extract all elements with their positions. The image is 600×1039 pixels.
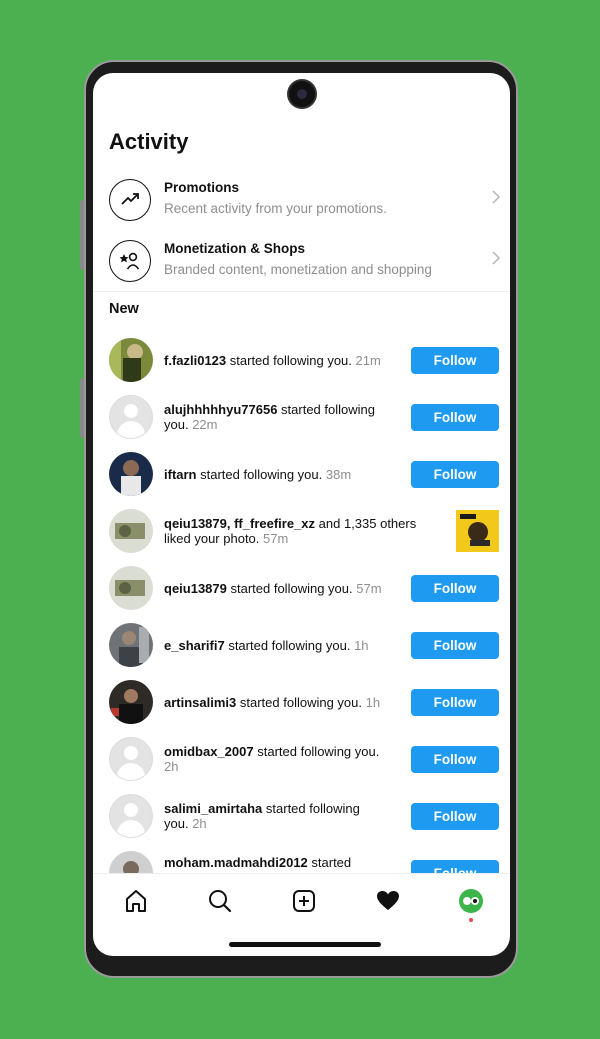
- section-divider: [93, 291, 510, 292]
- star-person-icon: [109, 240, 151, 282]
- avatar[interactable]: [109, 452, 153, 496]
- notification-row[interactable]: omidbax_2007 started following you. 2h F…: [109, 735, 499, 783]
- front-camera: [289, 81, 315, 107]
- page-title: Activity: [109, 129, 189, 154]
- notification-row[interactable]: qeiu13879, ff_freefire_xz and 1,335 othe…: [109, 507, 499, 555]
- username[interactable]: artinsalimi3: [164, 695, 236, 710]
- username[interactable]: f.fazli0123: [164, 353, 226, 368]
- notification-row[interactable]: alujhhhhhyu77656 started following you. …: [109, 393, 499, 441]
- notification-text: started: [307, 855, 352, 870]
- phone-side-button: [80, 378, 84, 438]
- username[interactable]: omidbax_2007: [164, 744, 254, 759]
- bottom-nav: [93, 873, 510, 929]
- username[interactable]: salimi_amirtaha: [164, 801, 262, 816]
- follow-button[interactable]: Follow: [411, 347, 499, 374]
- notification-row[interactable]: e_sharifi7 started following you. 1h Fol…: [109, 621, 499, 669]
- follow-button[interactable]: Follow: [411, 803, 499, 830]
- timestamp: 2h: [164, 759, 179, 774]
- menu-item-subtitle: Recent activity from your promotions.: [164, 201, 387, 216]
- profile-avatar-icon[interactable]: [458, 888, 484, 914]
- username[interactable]: qeiu13879, ff_freefire_xz: [164, 516, 315, 531]
- app-screen: Activity Promotions Recent activity from…: [93, 73, 510, 956]
- chevron-right-icon: [492, 251, 501, 265]
- menu-item-promotions[interactable]: Promotions Recent activity from your pro…: [109, 175, 504, 229]
- timestamp: 38m: [325, 466, 352, 482]
- follow-button[interactable]: Follow: [411, 404, 499, 431]
- notification-row[interactable]: qeiu13879 started following you. 57m Fol…: [109, 564, 499, 612]
- avatar[interactable]: [109, 338, 153, 382]
- menu-item-monetization[interactable]: Monetization & Shops Branded content, mo…: [109, 236, 504, 290]
- follow-button[interactable]: Follow: [411, 632, 499, 659]
- menu-item-title: Promotions: [164, 180, 240, 195]
- notification-text: started following you.: [196, 466, 323, 482]
- avatar[interactable]: [109, 623, 153, 667]
- timestamp: 2h: [192, 816, 207, 831]
- home-indicator: [229, 942, 381, 947]
- avatar[interactable]: [109, 737, 153, 781]
- chevron-right-icon: [492, 190, 501, 204]
- menu-item-title: Monetization & Shops: [164, 241, 305, 256]
- username[interactable]: moham.madmahdi2012: [164, 855, 308, 870]
- notification-text: started following you.: [253, 744, 380, 759]
- avatar[interactable]: [109, 566, 153, 610]
- timestamp: 22m: [192, 417, 218, 432]
- home-icon[interactable]: [123, 888, 149, 914]
- timestamp: 21m: [355, 352, 381, 368]
- notification-dot: [469, 918, 473, 922]
- timestamp: 57m: [356, 580, 382, 596]
- notification-text: started following you.: [226, 580, 353, 596]
- username[interactable]: e_sharifi7: [164, 638, 225, 653]
- section-heading-new: New: [109, 301, 139, 317]
- timestamp: 57m: [263, 531, 289, 546]
- notification-text: started following you.: [226, 352, 352, 368]
- search-icon[interactable]: [207, 888, 233, 914]
- username[interactable]: iftarn: [164, 467, 197, 482]
- avatar[interactable]: [109, 794, 153, 838]
- follow-button[interactable]: Follow: [411, 575, 499, 602]
- follow-button[interactable]: Follow: [411, 746, 499, 773]
- notification-row[interactable]: artinsalimi3 started following you. 1h F…: [109, 678, 499, 726]
- new-post-icon[interactable]: [291, 888, 317, 914]
- avatar[interactable]: [109, 509, 153, 553]
- post-thumbnail[interactable]: [456, 510, 499, 552]
- avatar[interactable]: [109, 680, 153, 724]
- phone-side-button: [80, 200, 84, 270]
- notification-row[interactable]: f.fazli0123 started following you. 21m F…: [109, 336, 499, 384]
- username[interactable]: qeiu13879: [164, 581, 227, 596]
- trending-up-icon: [109, 179, 151, 221]
- follow-button[interactable]: Follow: [411, 689, 499, 716]
- timestamp: 1h: [365, 694, 381, 710]
- menu-item-subtitle: Branded content, monetization and shoppi…: [164, 262, 432, 277]
- notification-text: started following you.: [236, 694, 362, 710]
- username[interactable]: alujhhhhhyu77656: [164, 402, 277, 417]
- notification-row[interactable]: iftarn started following you. 38m Follow: [109, 450, 499, 498]
- activity-heart-icon[interactable]: [375, 888, 401, 914]
- notification-row[interactable]: salimi_amirtaha started following you. 2…: [109, 792, 499, 840]
- avatar[interactable]: [109, 395, 153, 439]
- timestamp: 1h: [354, 637, 369, 653]
- notification-text: started following you.: [224, 637, 351, 653]
- follow-button[interactable]: Follow: [411, 461, 499, 488]
